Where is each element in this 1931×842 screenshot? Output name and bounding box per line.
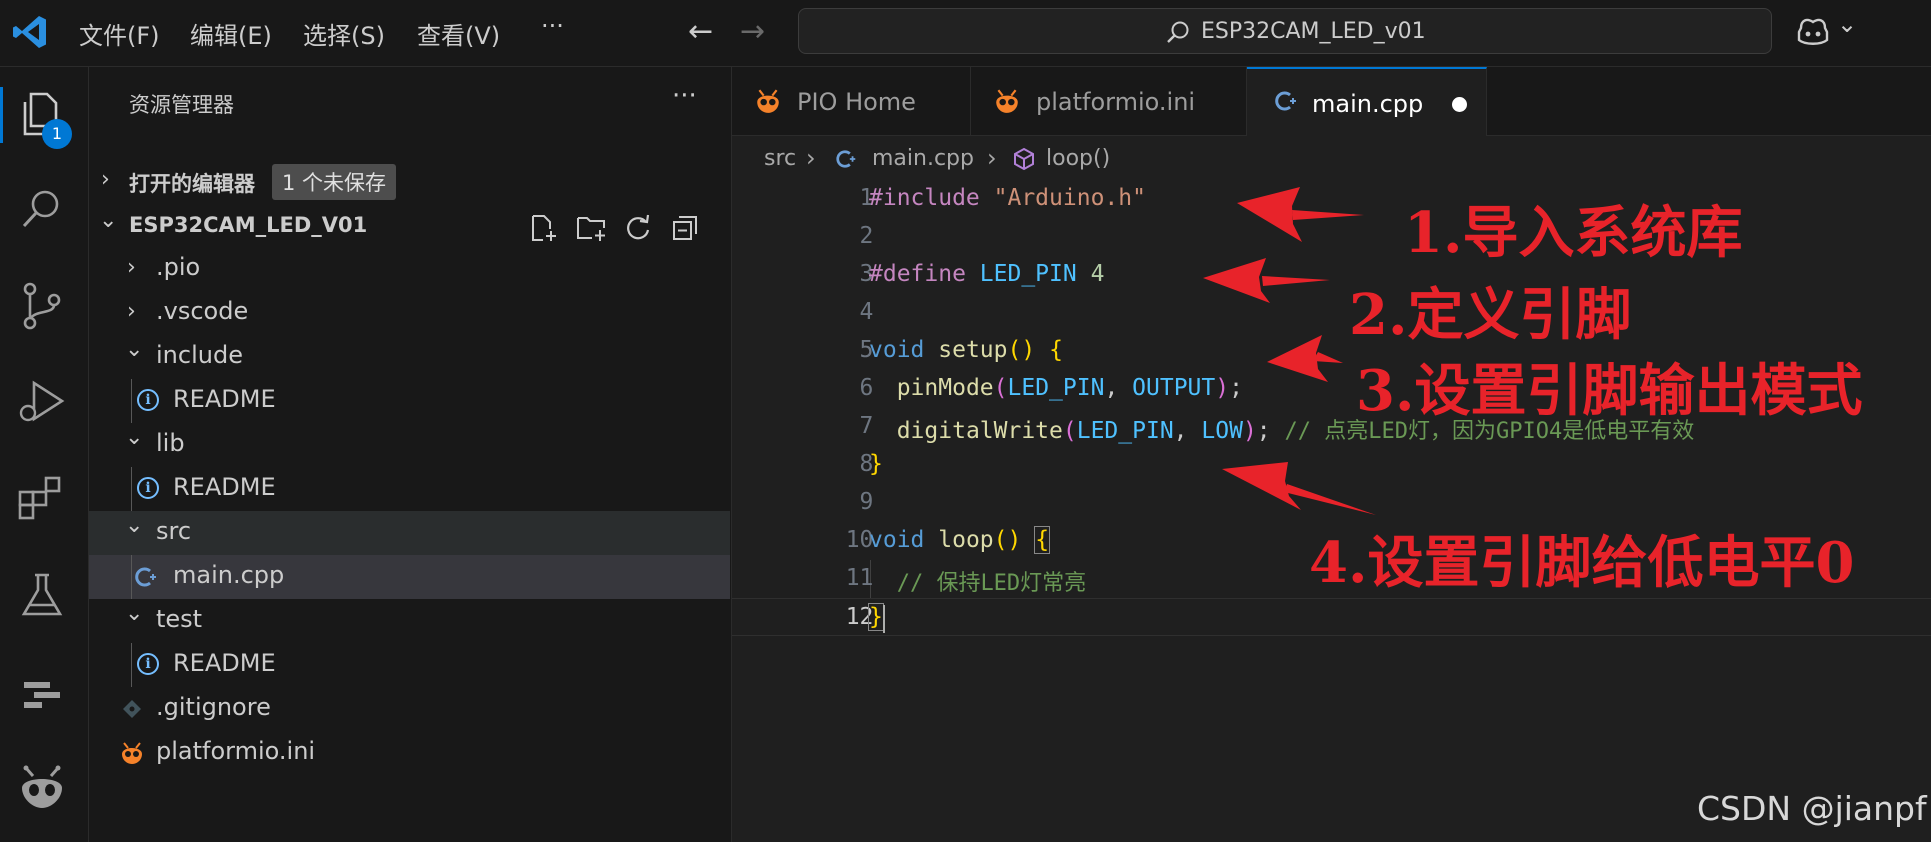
annotation-1: 1.导入系统库 [1404, 200, 1743, 266]
arrow-shaft [1262, 276, 1330, 286]
arrowhead [1237, 187, 1302, 242]
arrow-shaft [1292, 210, 1364, 220]
annotation-2: 2.定义引脚 [1349, 282, 1632, 348]
annotation-3: 3.设置引脚输出模式 [1356, 358, 1863, 424]
annotation-4: 4.设置引脚给低电平0 [1309, 530, 1855, 596]
arrowhead [1203, 258, 1270, 303]
csdn-watermark: CSDN @jianpf [1697, 789, 1927, 828]
arrow-shaft [1313, 352, 1343, 363]
arrow-shaft [1284, 484, 1376, 515]
